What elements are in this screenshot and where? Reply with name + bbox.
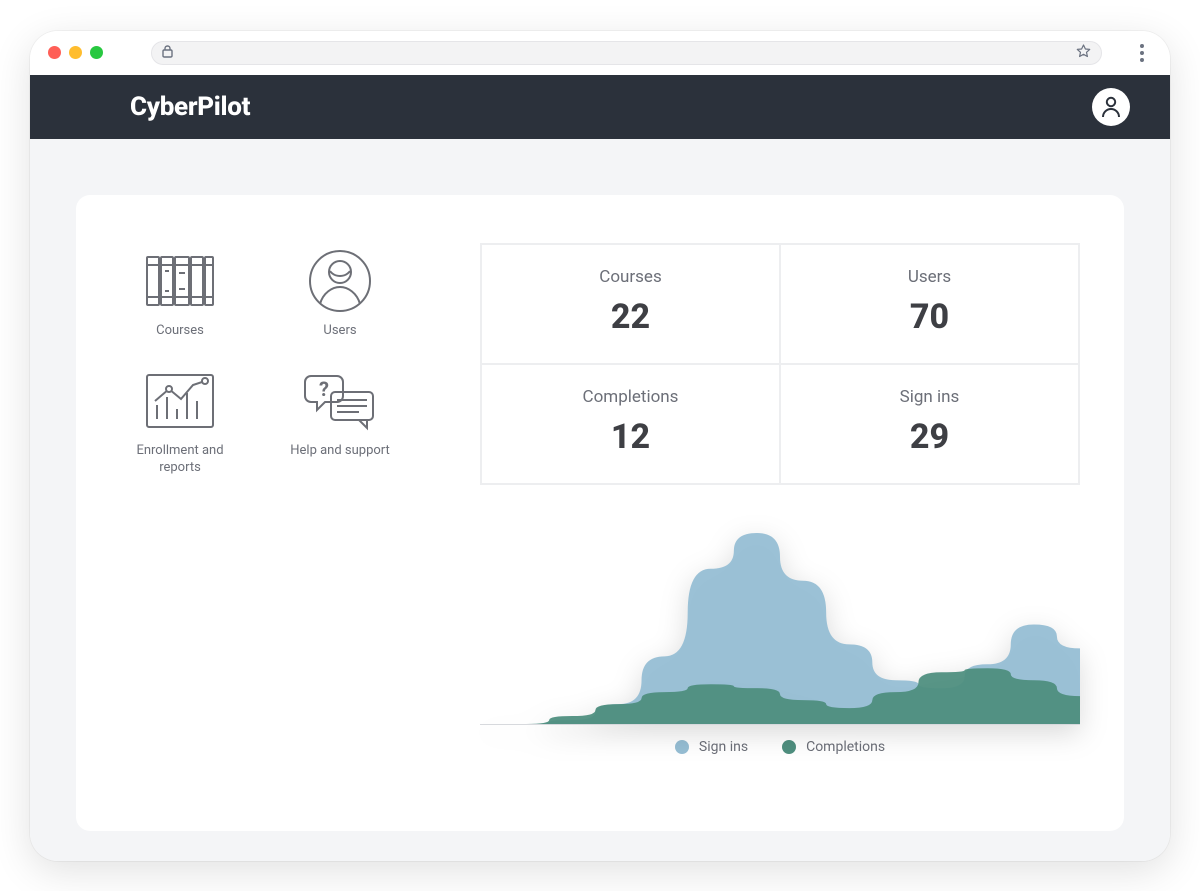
stat-label: Courses	[492, 267, 769, 287]
maximize-window-button[interactable]	[90, 46, 103, 59]
area-chart	[480, 525, 1080, 724]
minimize-window-button[interactable]	[69, 46, 82, 59]
nav-label: Enrollment and reports	[125, 443, 235, 477]
nav-label: Users	[323, 323, 356, 340]
dashboard-card: Courses Users	[76, 195, 1124, 831]
bookmark-star-icon[interactable]	[1076, 44, 1091, 62]
stat-value: 29	[791, 417, 1068, 457]
legend-label: Sign ins	[699, 739, 748, 755]
legend-label: Completions	[806, 739, 885, 755]
device-frame: CyberPilot	[30, 31, 1170, 861]
nav-item-courses[interactable]: Courses	[120, 249, 240, 340]
brand-logo: CyberPilot	[130, 92, 250, 122]
legend-dot-icon	[782, 740, 796, 754]
nav-item-users[interactable]: Users	[280, 249, 400, 340]
lock-icon	[162, 45, 173, 61]
stat-signins[interactable]: Sign ins 29	[780, 364, 1079, 484]
stat-value: 22	[492, 297, 769, 337]
right-column: Courses 22 Users 70 Completions 12 Sign …	[480, 243, 1080, 801]
books-icon	[141, 249, 219, 313]
user-circle-icon	[301, 249, 379, 313]
stat-users[interactable]: Users 70	[780, 244, 1079, 364]
stat-label: Sign ins	[791, 387, 1068, 407]
url-bar[interactable]	[151, 41, 1102, 65]
stat-label: Users	[791, 267, 1068, 287]
reports-chart-icon	[141, 369, 219, 433]
chart-legend: Sign ins Completions	[480, 725, 1080, 755]
stat-courses[interactable]: Courses 22	[481, 244, 780, 364]
stat-label: Completions	[492, 387, 769, 407]
window-controls	[48, 46, 103, 59]
stat-value: 12	[492, 417, 769, 457]
user-icon	[1101, 96, 1121, 118]
nav-label: Courses	[156, 323, 204, 340]
chart-area: Sign ins Completions	[480, 525, 1080, 755]
stat-value: 70	[791, 297, 1068, 337]
browser-menu-button[interactable]	[1140, 41, 1144, 65]
legend-item-completions: Completions	[782, 739, 885, 755]
close-window-button[interactable]	[48, 46, 61, 59]
legend-item-signins: Sign ins	[675, 739, 748, 755]
nav-label: Help and support	[290, 443, 390, 460]
stat-completions[interactable]: Completions 12	[481, 364, 780, 484]
app-header: CyberPilot	[30, 75, 1170, 139]
profile-button[interactable]	[1092, 88, 1130, 126]
stats-grid: Courses 22 Users 70 Completions 12 Sign …	[480, 243, 1080, 485]
help-chat-icon: ?	[301, 369, 379, 433]
svg-text:?: ?	[319, 377, 329, 401]
nav-item-help-support[interactable]: ? Help and support	[280, 369, 400, 477]
nav-grid: Courses Users	[120, 243, 440, 801]
page-body: Courses Users	[30, 139, 1170, 861]
nav-item-enrollment-reports[interactable]: Enrollment and reports	[120, 369, 240, 477]
browser-chrome	[30, 31, 1170, 75]
legend-dot-icon	[675, 740, 689, 754]
